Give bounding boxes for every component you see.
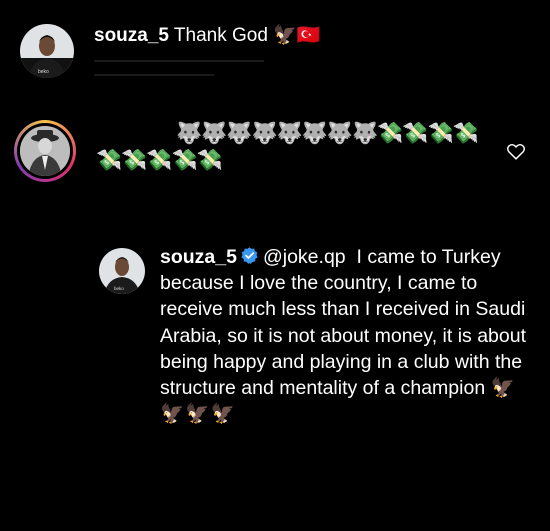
heart-outline-icon[interactable] xyxy=(505,140,527,162)
caption: souza_5 Thank God 🦅🇹🇷 xyxy=(94,22,321,50)
mention-link[interactable]: @joke.qp xyxy=(263,246,346,268)
caption-username[interactable]: souza_5 xyxy=(94,25,169,46)
avatar[interactable] xyxy=(20,126,70,176)
avatar[interactable]: beko xyxy=(20,24,74,78)
divider xyxy=(94,74,214,76)
divider xyxy=(94,60,264,62)
verified-badge-icon xyxy=(240,246,259,265)
comment-emoji-line: 🐺🐺🐺🐺🐺🐺🐺🐺💸💸💸💸 xyxy=(176,122,479,145)
reply-username[interactable]: souza_5 xyxy=(160,246,237,268)
caption-text: Thank God xyxy=(173,25,268,46)
reply-comment: souza_5 @joke.qp I came to Turkey because… xyxy=(160,244,540,427)
svg-text:beko: beko xyxy=(38,69,49,75)
avatar[interactable]: beko xyxy=(99,248,145,294)
comment-emoji-line: 💸💸💸💸💸 xyxy=(96,149,223,172)
caption-emoji: 🦅🇹🇷 xyxy=(273,25,321,46)
svg-text:beko: beko xyxy=(114,286,124,291)
reply-text: I came to Turkey because I love the coun… xyxy=(160,246,527,400)
